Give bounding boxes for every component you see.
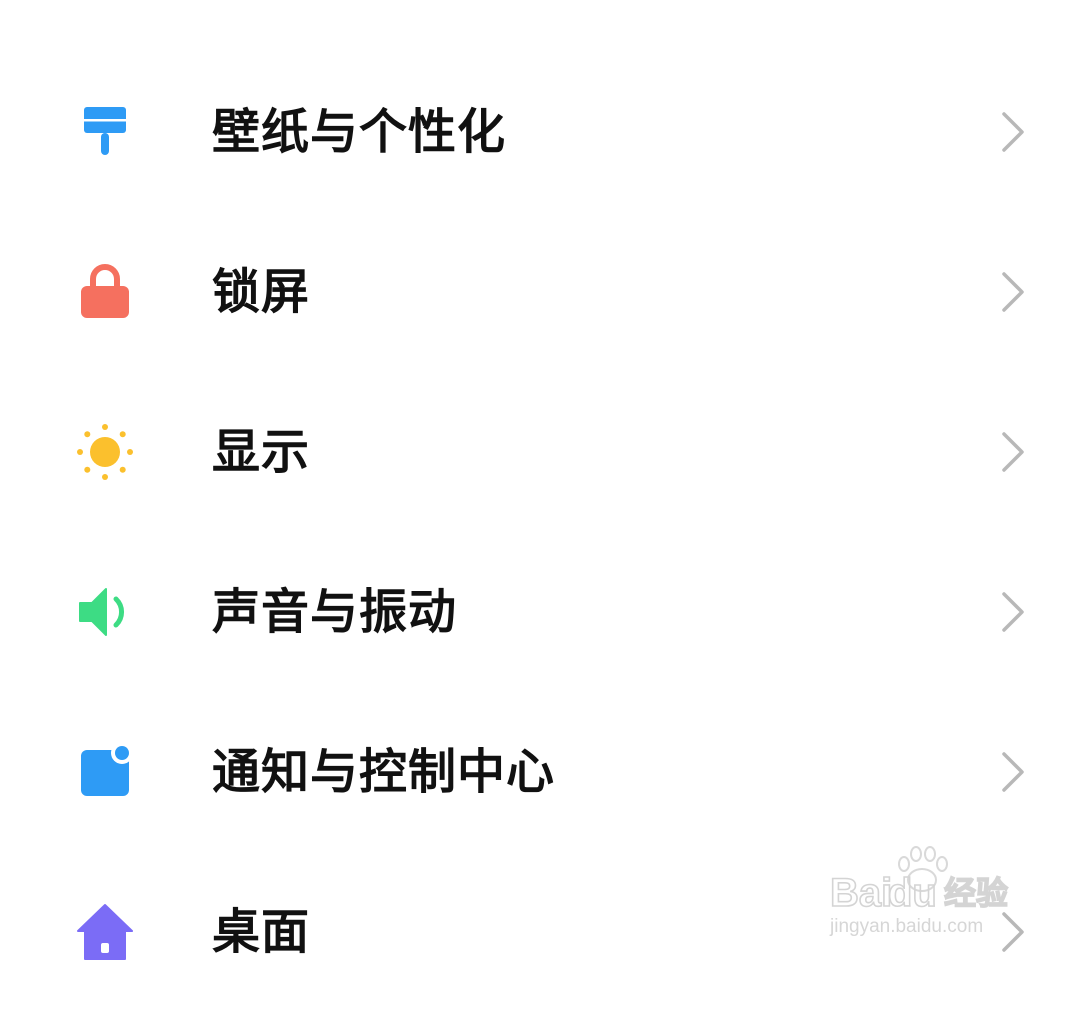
home-icon (72, 899, 138, 965)
settings-item-label: 声音与振动 (212, 584, 458, 640)
settings-item-home-screen[interactable]: 桌面 (0, 852, 1080, 1012)
settings-item-label: 壁纸与个性化 (212, 104, 507, 160)
settings-list: 壁纸与个性化 锁屏 显示 声音与振动 通知与控制中心 桌面 (0, 0, 1080, 961)
chevron-right-icon (998, 270, 1028, 314)
chevron-right-icon (998, 430, 1028, 474)
chevron-right-icon (998, 590, 1028, 634)
settings-item-sound[interactable]: 声音与振动 (0, 532, 1080, 692)
chevron-right-icon (998, 910, 1028, 954)
speaker-icon (72, 579, 138, 645)
paintbrush-icon (72, 99, 138, 165)
settings-item-display[interactable]: 显示 (0, 372, 1080, 532)
lock-icon (72, 259, 138, 325)
sun-icon (72, 419, 138, 485)
chevron-right-icon (998, 110, 1028, 154)
settings-item-label: 锁屏 (212, 264, 311, 320)
notification-icon (72, 739, 138, 805)
chevron-right-icon (998, 750, 1028, 794)
settings-item-lock-screen[interactable]: 锁屏 (0, 212, 1080, 372)
settings-item-label: 显示 (212, 424, 311, 480)
settings-item-label: 通知与控制中心 (212, 744, 556, 800)
settings-item-label: 桌面 (212, 904, 311, 960)
settings-item-notifications[interactable]: 通知与控制中心 (0, 692, 1080, 852)
settings-item-wallpaper[interactable]: 壁纸与个性化 (0, 52, 1080, 212)
